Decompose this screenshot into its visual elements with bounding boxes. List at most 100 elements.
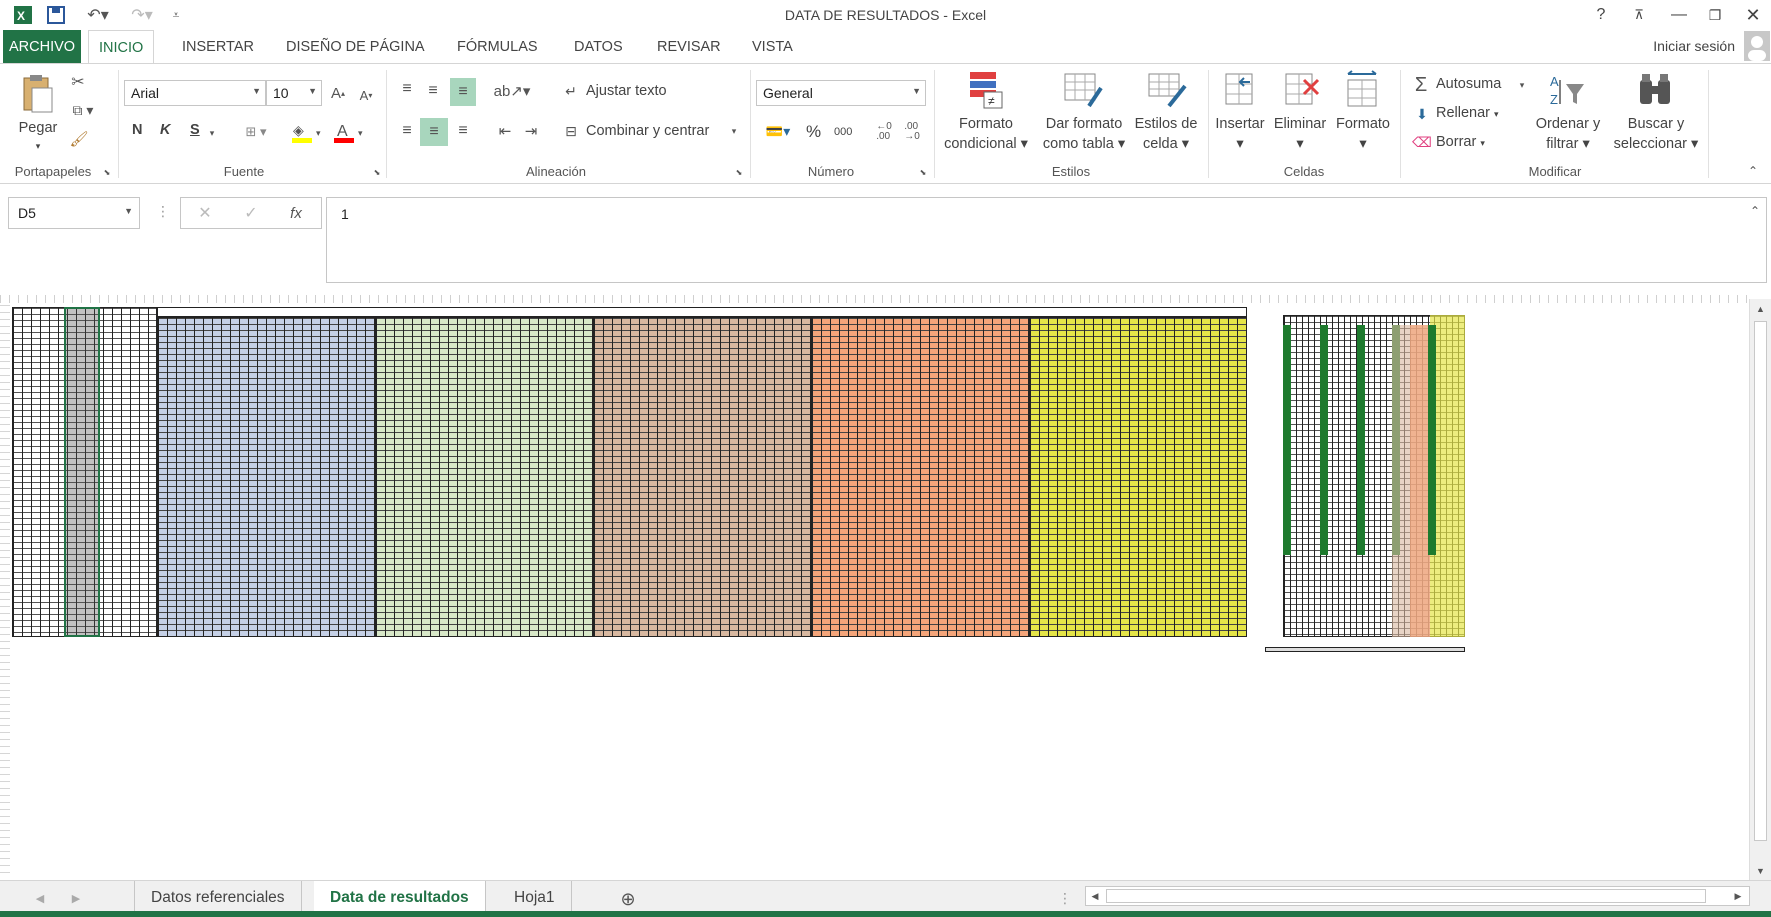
find-select-icon[interactable] — [1636, 70, 1676, 110]
fill-color-icon[interactable]: ◈ ▾ — [290, 120, 326, 144]
grow-font-icon[interactable]: A ▴ — [328, 82, 348, 104]
clear-button[interactable]: Borrar ▾ — [1436, 134, 1485, 150]
align-top-icon[interactable]: ≡ — [396, 78, 418, 100]
italic-button[interactable]: K — [160, 122, 170, 138]
tab-formulas[interactable]: FÓRMULAS — [447, 30, 548, 64]
increase-indent-icon[interactable]: ⇥ — [520, 120, 542, 142]
autosum-dropdown-icon[interactable]: ▾ — [1516, 76, 1528, 94]
new-sheet-icon[interactable]: ⊕ — [616, 887, 640, 911]
align-middle-icon[interactable]: ≡ — [422, 80, 444, 102]
cancel-icon[interactable]: ✕ — [195, 203, 215, 223]
tab-archivo[interactable]: ARCHIVO — [3, 30, 82, 63]
format-cells-button[interactable]: Formato ▾ — [1332, 114, 1394, 154]
scroll-up-icon[interactable]: ▲ — [1754, 303, 1767, 315]
paste-dropdown-icon[interactable]: ▾ — [30, 136, 46, 156]
scroll-right-icon[interactable]: ▶ — [1731, 889, 1745, 903]
tab-datos[interactable]: DATOS — [564, 30, 633, 64]
tab-revisar[interactable]: REVISAR — [647, 30, 731, 64]
tab-diseno[interactable]: DISEÑO DE PÁGINA — [276, 30, 435, 64]
shrink-font-icon[interactable]: A ▾ — [356, 84, 376, 106]
horizontal-scroll-thumb[interactable] — [1106, 889, 1706, 903]
restore-icon[interactable]: ❐ — [1700, 2, 1730, 28]
delete-cells-icon[interactable] — [1282, 70, 1322, 110]
autosum-icon[interactable]: Σ — [1410, 74, 1432, 96]
autosum-button[interactable]: Autosuma — [1436, 76, 1501, 92]
percent-button[interactable]: % — [806, 122, 821, 142]
align-bottom-icon[interactable]: ≡ — [450, 78, 476, 106]
collapse-ribbon-icon[interactable]: ⌃ — [1744, 162, 1762, 180]
merge-center-icon[interactable]: ⊟ — [560, 120, 582, 142]
tab-inicio[interactable]: INICIO — [88, 30, 155, 65]
dialog-launcher-icon[interactable]: ⬊ — [102, 167, 112, 177]
worksheet-grid[interactable] — [0, 295, 1749, 880]
paste-button[interactable]: Pegar — [14, 118, 62, 138]
increase-decimal-icon[interactable]: ←0.00 — [872, 120, 896, 144]
close-icon[interactable]: ✕ — [1738, 2, 1768, 28]
font-size-combo[interactable]: 10 ▼ — [266, 80, 322, 106]
delete-cells-button[interactable]: Eliminar ▾ — [1270, 114, 1330, 154]
find-select-button[interactable]: Buscar y seleccionar ▾ — [1608, 114, 1704, 154]
font-name-combo[interactable]: Arial ▼ — [124, 80, 266, 106]
tab-vista[interactable]: VISTA — [742, 30, 803, 64]
prev-sheet-icon[interactable]: ◀ — [30, 889, 50, 907]
conditional-format-icon[interactable]: ≠ — [966, 70, 1006, 110]
number-format-combo[interactable]: General ▼ — [756, 80, 926, 106]
scroll-left-icon[interactable]: ◀ — [1088, 889, 1102, 903]
cut-icon[interactable]: ✂ — [68, 72, 88, 92]
align-left-icon[interactable]: ≡ — [396, 120, 418, 142]
minimize-icon[interactable]: — — [1664, 2, 1694, 28]
sheet-tab-datos-referenciales[interactable]: Datos referenciales — [134, 881, 302, 915]
decrease-indent-icon[interactable]: ⇤ — [494, 120, 516, 142]
wrap-text-icon[interactable]: ↵ — [560, 80, 582, 102]
ribbon-display-icon[interactable]: ⊼ — [1624, 2, 1654, 28]
format-cells-icon[interactable] — [1342, 70, 1382, 110]
orientation-icon[interactable]: ab↗▾ — [494, 80, 531, 102]
sheet-tab-data-de-resultados[interactable]: Data de resultados — [314, 881, 486, 915]
borders-icon[interactable]: ⊞ ▾ — [238, 122, 274, 142]
paste-icon[interactable] — [18, 74, 58, 114]
format-as-table-button[interactable]: Dar formato como tabla ▾ — [1036, 114, 1132, 154]
vertical-scroll-thumb[interactable] — [1754, 321, 1767, 841]
dialog-launcher-icon[interactable]: ⬊ — [372, 167, 382, 177]
align-center-icon[interactable]: ≡ — [420, 118, 448, 146]
copy-icon[interactable]: ⧉ ▾ — [66, 100, 100, 120]
thousands-button[interactable]: 000 — [834, 126, 852, 138]
cell-styles-icon[interactable] — [1146, 70, 1188, 110]
conditional-format-button[interactable]: Formato condicional ▾ — [940, 114, 1032, 154]
dialog-launcher-icon[interactable]: ⬊ — [918, 167, 928, 177]
wrap-text-button[interactable]: Ajustar texto — [586, 83, 667, 99]
help-icon[interactable]: ? — [1586, 2, 1616, 28]
format-painter-icon[interactable]: 🖌 — [68, 128, 90, 150]
eraser-icon[interactable]: ⌫ — [1412, 132, 1432, 152]
horizontal-scrollbar[interactable]: ◀ ▶ — [1085, 886, 1750, 906]
fill-button[interactable]: Rellenar ▾ — [1436, 105, 1499, 121]
signin-link[interactable]: Iniciar sesión — [1653, 38, 1735, 54]
underline-button[interactable]: S — [190, 122, 200, 138]
sheet-tab-hoja1[interactable]: Hoja1 — [498, 881, 572, 915]
bold-button[interactable]: N — [132, 122, 142, 138]
merge-dropdown-icon[interactable]: ▾ — [728, 122, 740, 140]
name-box[interactable]: D5 ▼ — [8, 197, 140, 229]
collapse-formula-icon[interactable]: ⌃ — [1750, 204, 1760, 218]
formula-input[interactable]: 1 ⌃ — [326, 197, 1767, 283]
next-sheet-icon[interactable]: ▶ — [66, 889, 86, 907]
decrease-decimal-icon[interactable]: .00 →0 — [900, 120, 924, 144]
vertical-scrollbar[interactable]: ▲ ▼ — [1749, 299, 1771, 881]
currency-icon[interactable]: 💳▾ — [758, 120, 798, 142]
cell-styles-button[interactable]: Estilos de celda ▾ — [1128, 114, 1204, 154]
scroll-down-icon[interactable]: ▼ — [1754, 865, 1767, 877]
format-as-table-icon[interactable] — [1062, 70, 1104, 110]
sort-filter-icon[interactable]: AZ — [1548, 70, 1588, 110]
underline-dropdown-icon[interactable]: ▾ — [206, 124, 218, 142]
enter-icon[interactable]: ✓ — [241, 203, 261, 223]
font-color-icon[interactable]: A ▾ — [332, 120, 368, 144]
dialog-launcher-icon[interactable]: ⬊ — [734, 167, 744, 177]
insert-cells-icon[interactable] — [1222, 70, 1258, 110]
align-right-icon[interactable]: ≡ — [452, 120, 474, 142]
insert-function-icon[interactable]: fx — [281, 203, 311, 223]
fill-down-icon[interactable]: ⬇ — [1412, 104, 1432, 124]
tab-insertar[interactable]: INSERTAR — [172, 30, 264, 64]
tab-split-grip-icon[interactable]: ⋮ — [1058, 889, 1072, 907]
merge-center-button[interactable]: Combinar y centrar — [586, 123, 709, 139]
user-avatar[interactable] — [1744, 31, 1770, 61]
